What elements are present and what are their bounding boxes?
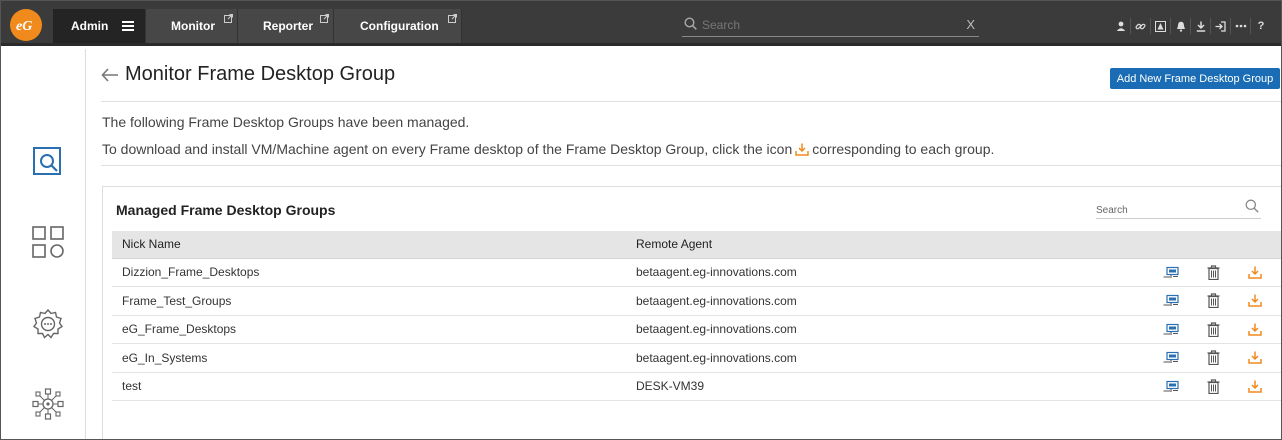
network-icon[interactable] <box>31 387 65 421</box>
description-download-suffix: corresponding to each group. <box>812 141 995 157</box>
actions-cell <box>1138 286 1281 316</box>
global-search-input[interactable] <box>702 16 952 34</box>
divider <box>101 165 1281 166</box>
table-row[interactable]: eG_Frame_Desktops betaagent.eg-innovatio… <box>112 315 1281 344</box>
more-icon[interactable] <box>1231 18 1251 34</box>
components-icon[interactable] <box>31 225 65 259</box>
remote-agent-cell: betaagent.eg-innovations.com <box>628 343 1138 373</box>
managed-groups-panel: Managed Frame Desktop Groups Nick Name R… <box>102 186 1281 439</box>
nav-monitor[interactable]: Monitor <box>146 9 238 43</box>
main-content: Monitor Frame Desktop Group Add New Fram… <box>87 49 1281 439</box>
delete-icon[interactable] <box>1192 293 1234 309</box>
column-nick-name[interactable]: Nick Name <box>112 231 628 259</box>
nav-reporter[interactable]: Reporter <box>238 9 334 43</box>
table-row[interactable]: Dizzion_Frame_Desktops betaagent.eg-inno… <box>112 258 1281 287</box>
panel-title: Managed Frame Desktop Groups <box>116 202 336 218</box>
row-actions <box>1138 322 1281 337</box>
download-agent-icon[interactable] <box>1234 323 1276 336</box>
table-row[interactable]: test DESK-VM39 <box>112 372 1281 401</box>
nav-configuration-label: Configuration <box>360 19 439 33</box>
hamburger-icon[interactable] <box>122 21 135 31</box>
link-icon[interactable] <box>1131 18 1151 34</box>
remote-agent-cell: DESK-VM39 <box>628 372 1138 401</box>
delete-icon[interactable] <box>1192 379 1234 394</box>
left-sidebar <box>9 49 86 439</box>
external-link-icon <box>320 12 329 26</box>
eg-logo-icon[interactable]: eG <box>10 9 42 41</box>
nav-reporter-label: Reporter <box>263 19 314 33</box>
nick-name-cell: eG_In_Systems <box>112 343 628 373</box>
external-link-icon <box>448 12 457 26</box>
actions-cell <box>1138 315 1281 344</box>
back-arrow-icon[interactable] <box>101 67 119 82</box>
download-agent-icon <box>795 143 809 156</box>
modify-icon[interactable] <box>1150 294 1192 307</box>
download-agent-icon[interactable] <box>1234 266 1276 279</box>
user-icon[interactable] <box>1111 18 1131 34</box>
table-body: Dizzion_Frame_Desktops betaagent.eg-inno… <box>112 258 1281 401</box>
row-actions <box>1138 293 1281 309</box>
actions-cell <box>1138 372 1281 401</box>
download-icon[interactable] <box>1191 18 1211 34</box>
description-download: To download and install VM/Machine agent… <box>102 141 994 157</box>
download-agent-icon[interactable] <box>1234 351 1276 364</box>
modify-icon[interactable] <box>1150 380 1192 393</box>
remote-agent-cell: betaagent.eg-innovations.com <box>628 315 1138 344</box>
table-row[interactable]: Frame_Test_Groups betaagent.eg-innovatio… <box>112 286 1281 316</box>
groups-table: Nick Name Remote Agent Dizzion_Frame_Des… <box>112 231 1281 401</box>
page-header: Monitor Frame Desktop Group <box>101 63 395 86</box>
app-window: eG Admin Monitor Reporter Configuration <box>0 0 1282 440</box>
search-icon <box>684 17 697 35</box>
remote-agent-cell: betaagent.eg-innovations.com <box>628 258 1138 287</box>
bell-icon[interactable] <box>1171 18 1191 34</box>
svg-text:eG: eG <box>16 19 32 32</box>
clear-search-button[interactable]: X <box>966 17 975 32</box>
row-actions <box>1138 265 1281 280</box>
delete-icon[interactable] <box>1192 322 1234 337</box>
external-link-icon <box>224 12 233 26</box>
add-frame-desktop-group-button[interactable]: Add New Frame Desktop Group <box>1110 68 1280 89</box>
monitor-search-icon[interactable] <box>31 145 65 179</box>
delete-icon[interactable] <box>1192 265 1234 280</box>
tree-icon[interactable] <box>1151 18 1171 34</box>
nick-name-cell: eG_Frame_Desktops <box>112 315 628 344</box>
nav-monitor-label: Monitor <box>171 19 215 33</box>
modify-icon[interactable] <box>1150 266 1192 279</box>
divider <box>101 101 1281 102</box>
nav-admin[interactable]: Admin <box>53 9 146 43</box>
nick-name-cell: test <box>112 372 628 401</box>
remote-agent-cell: betaagent.eg-innovations.com <box>628 286 1138 316</box>
sign-in-icon[interactable] <box>1211 18 1231 34</box>
main-nav: Admin Monitor Reporter Configuration <box>53 9 462 43</box>
toolbar-icons: ? <box>1111 18 1271 34</box>
actions-cell <box>1138 258 1281 287</box>
table-search-input[interactable] <box>1096 203 1236 217</box>
page-title: Monitor Frame Desktop Group <box>125 63 396 85</box>
modify-icon[interactable] <box>1150 351 1192 364</box>
table-header-row: Nick Name Remote Agent <box>112 231 1281 259</box>
table-row[interactable]: eG_In_Systems betaagent.eg-innovations.c… <box>112 343 1281 373</box>
nav-configuration[interactable]: Configuration <box>334 9 462 43</box>
global-search: X <box>682 13 979 37</box>
top-bar: eG Admin Monitor Reporter Configuration <box>1 1 1281 46</box>
modify-icon[interactable] <box>1150 323 1192 336</box>
description-managed: The following Frame Desktop Groups have … <box>102 114 470 130</box>
download-agent-icon[interactable] <box>1234 294 1276 307</box>
table-search <box>1096 199 1261 219</box>
column-remote-agent[interactable]: Remote Agent <box>628 231 1138 259</box>
nick-name-cell: Dizzion_Frame_Desktops <box>112 258 628 287</box>
column-actions <box>1138 231 1281 259</box>
help-icon[interactable]: ? <box>1251 18 1271 34</box>
nick-name-cell: Frame_Test_Groups <box>112 286 628 316</box>
delete-icon[interactable] <box>1192 350 1234 366</box>
search-icon[interactable] <box>1245 199 1259 218</box>
actions-cell <box>1138 343 1281 373</box>
row-actions <box>1138 350 1281 366</box>
settings-icon[interactable] <box>31 307 65 341</box>
row-actions <box>1138 379 1281 394</box>
download-agent-icon[interactable] <box>1234 380 1276 393</box>
nav-admin-label: Admin <box>71 19 109 33</box>
description-download-text: To download and install VM/Machine agent… <box>102 141 793 157</box>
